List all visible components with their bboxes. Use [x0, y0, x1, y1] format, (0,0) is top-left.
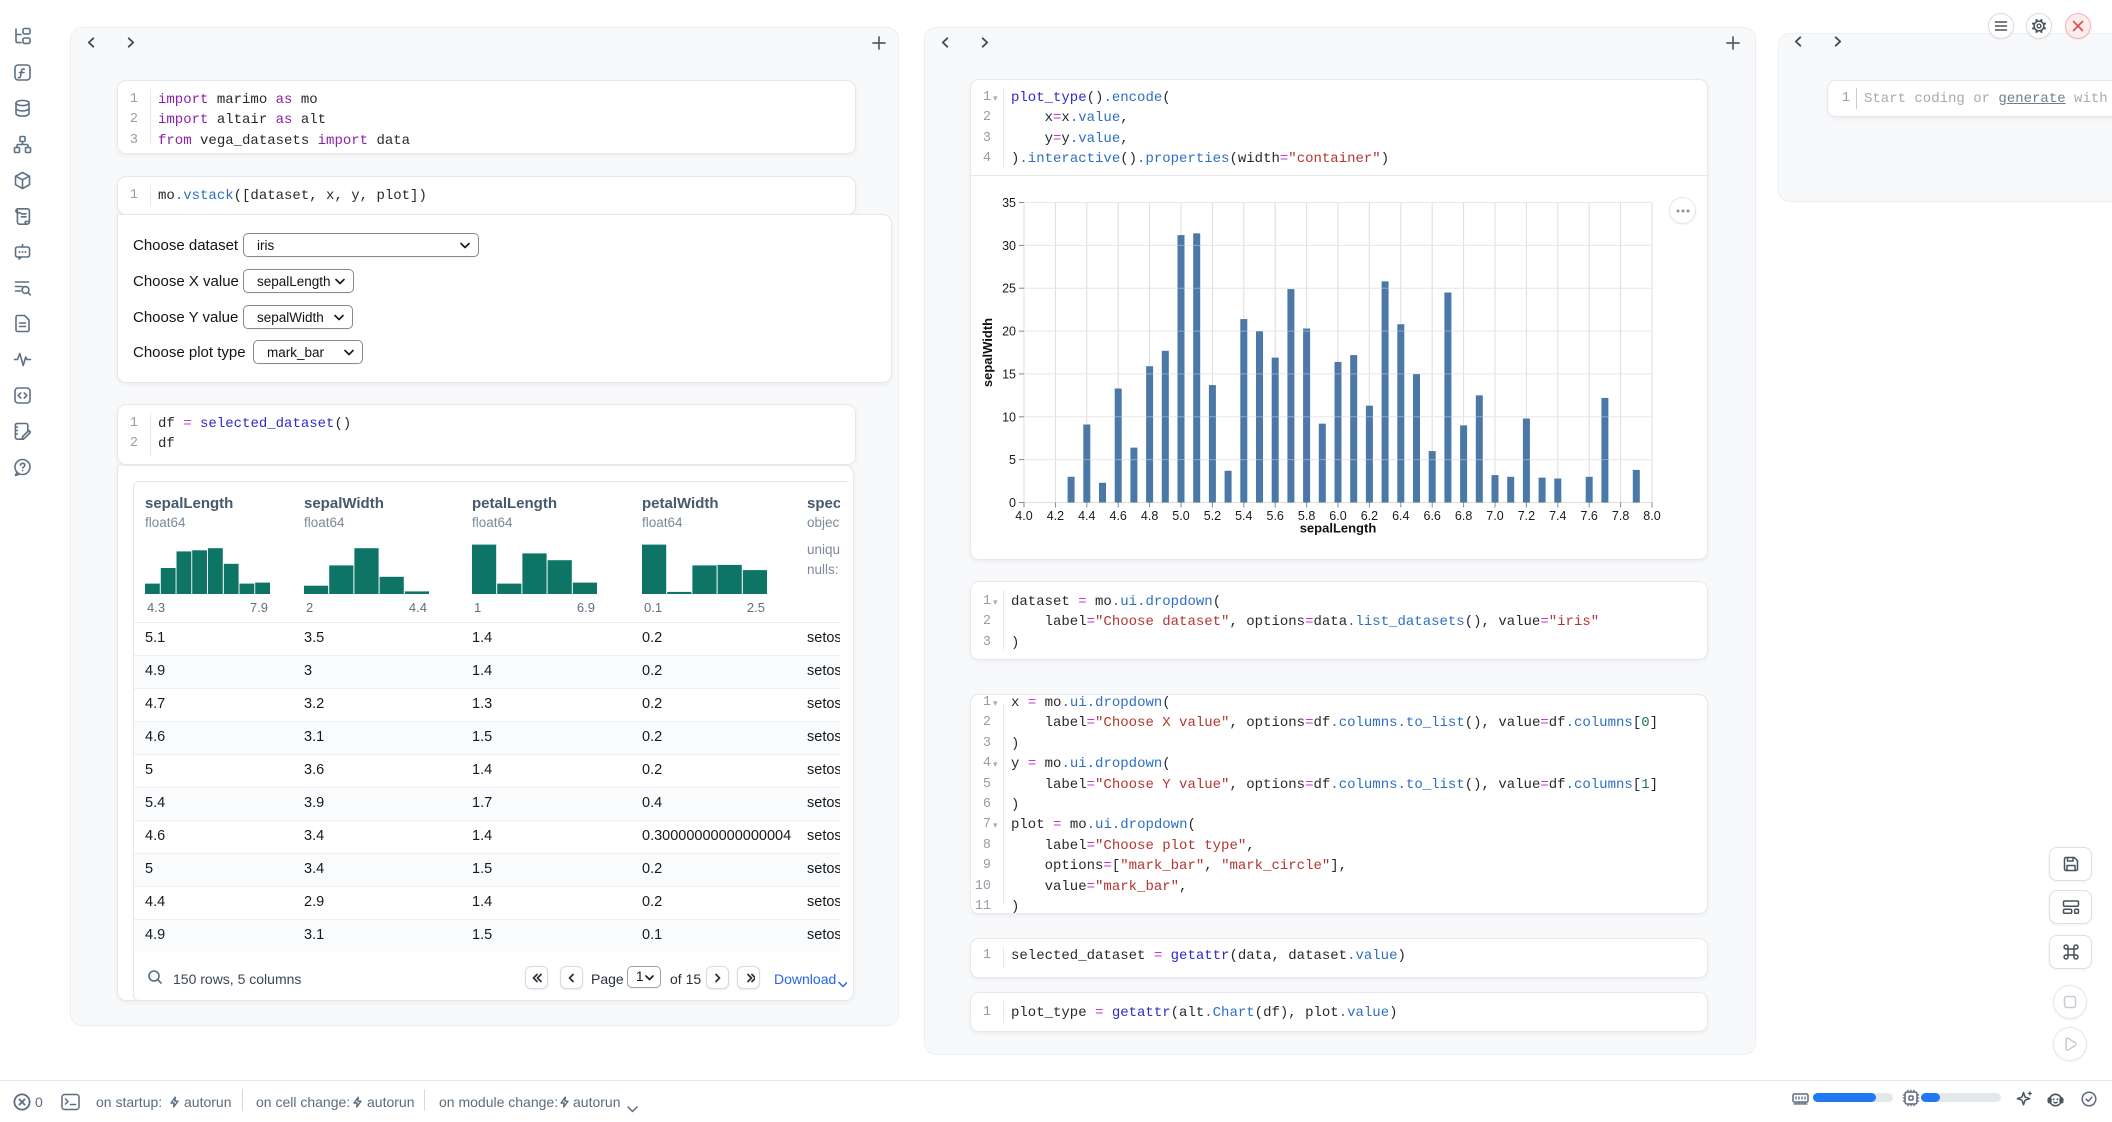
- svg-text:25: 25: [1002, 282, 1016, 296]
- svg-text:7.6: 7.6: [1581, 509, 1598, 523]
- svg-text:7.2: 7.2: [1518, 509, 1535, 523]
- svg-text:35: 35: [1002, 196, 1016, 210]
- svg-text:30: 30: [1002, 239, 1016, 253]
- svg-text:8.0: 8.0: [1643, 509, 1660, 523]
- svg-text:6.6: 6.6: [1424, 509, 1441, 523]
- svg-text:5.2: 5.2: [1204, 509, 1221, 523]
- svg-text:5.0: 5.0: [1172, 509, 1189, 523]
- svg-text:5.6: 5.6: [1267, 509, 1284, 523]
- svg-text:5: 5: [1009, 453, 1016, 467]
- svg-text:4.6: 4.6: [1110, 509, 1127, 523]
- svg-text:4.8: 4.8: [1141, 509, 1158, 523]
- svg-text:7.0: 7.0: [1486, 509, 1503, 523]
- svg-text:15: 15: [1002, 367, 1016, 381]
- svg-text:4.4: 4.4: [1078, 509, 1095, 523]
- svg-text:sepalLength: sepalLength: [1300, 521, 1377, 536]
- svg-text:6.8: 6.8: [1455, 509, 1472, 523]
- svg-text:7.8: 7.8: [1612, 509, 1629, 523]
- svg-text:0: 0: [1009, 496, 1016, 510]
- svg-text:6.4: 6.4: [1392, 509, 1409, 523]
- svg-text:20: 20: [1002, 325, 1016, 339]
- svg-text:5.4: 5.4: [1235, 509, 1252, 523]
- svg-text:sepalWidth: sepalWidth: [980, 318, 995, 387]
- svg-text:4.0: 4.0: [1015, 509, 1032, 523]
- svg-text:10: 10: [1002, 410, 1016, 424]
- svg-text:4.2: 4.2: [1047, 509, 1064, 523]
- svg-text:7.4: 7.4: [1549, 509, 1566, 523]
